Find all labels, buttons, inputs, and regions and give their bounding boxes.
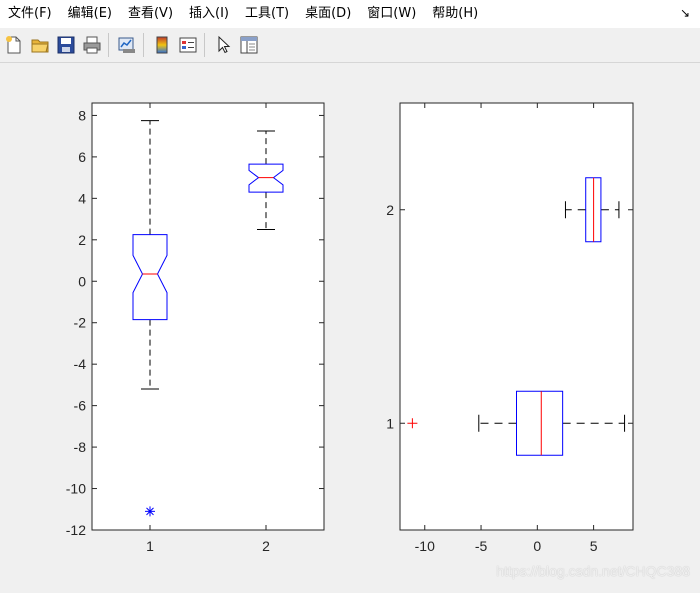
y-tick-label: -10 bbox=[66, 481, 86, 497]
link-plot-icon[interactable] bbox=[115, 33, 139, 57]
print-icon[interactable] bbox=[80, 33, 104, 57]
y-tick-label: -6 bbox=[74, 398, 87, 414]
y-tick-label: 2 bbox=[386, 202, 394, 218]
property-editor-icon[interactable] bbox=[237, 33, 261, 57]
menu-help[interactable]: 帮助(H) bbox=[424, 0, 486, 28]
new-file-icon[interactable] bbox=[2, 33, 26, 57]
boxplot-horizontal-axes: -10 -5 0 5 1 2 bbox=[386, 102, 634, 554]
menu-window[interactable]: 窗口(W) bbox=[359, 0, 424, 28]
box bbox=[516, 390, 564, 456]
menu-edit[interactable]: 编辑(E) bbox=[60, 0, 120, 28]
menu-view[interactable]: 查看(V) bbox=[120, 0, 181, 28]
x-tick-label: -5 bbox=[475, 538, 488, 554]
pointer-icon[interactable] bbox=[211, 33, 235, 57]
outlier-marker bbox=[145, 506, 155, 517]
y-tick-label: -12 bbox=[66, 522, 86, 538]
toolbar-separator bbox=[204, 33, 205, 57]
plot-area: -12 -10 -8 -6 -4 -2 0 2 4 6 8 1 2 -10 -5 0 5 1 2 bbox=[66, 102, 634, 554]
axes-box bbox=[91, 102, 325, 531]
menu-file[interactable]: 文件(F) bbox=[0, 0, 60, 28]
figure-toolbar bbox=[0, 28, 700, 63]
toolbar-separator bbox=[108, 33, 109, 57]
x-tick-label: 2 bbox=[262, 538, 270, 554]
axes-box bbox=[399, 102, 634, 531]
open-folder-icon[interactable] bbox=[28, 33, 52, 57]
y-tick-label: 0 bbox=[78, 273, 86, 289]
boxplot-vertical-axes: -12 -10 -8 -6 -4 -2 0 2 4 6 8 1 2 bbox=[66, 102, 325, 554]
y-tick-label: 8 bbox=[78, 107, 86, 123]
x-tick-label: -10 bbox=[415, 538, 435, 554]
menu-insert[interactable]: 插入(I) bbox=[181, 0, 237, 28]
y-tick-label: 1 bbox=[386, 415, 394, 431]
menu-tools[interactable]: 工具(T) bbox=[237, 0, 297, 28]
watermark: https://blog.csdn.net/CHQC388 bbox=[496, 563, 690, 579]
figure-canvas: -12 -10 -8 -6 -4 -2 0 2 4 6 8 1 2 -10 -5 0 5 1 2 https://b… bbox=[0, 63, 700, 589]
menu-bar: 文件(F) 编辑(E) 查看(V) 插入(I) 工具(T) 桌面(D) 窗口(W… bbox=[0, 0, 700, 28]
save-icon[interactable] bbox=[54, 33, 78, 57]
y-tick-label: 6 bbox=[78, 149, 86, 165]
legend-icon[interactable] bbox=[176, 33, 200, 57]
y-tick-label: -2 bbox=[74, 315, 87, 331]
x-tick-label: 5 bbox=[590, 538, 598, 554]
dock-arrow-icon[interactable]: ↘ bbox=[678, 6, 692, 20]
menu-desktop[interactable]: 桌面(D) bbox=[297, 0, 359, 28]
y-tick-label: 4 bbox=[78, 190, 86, 206]
y-tick-label: 2 bbox=[78, 232, 86, 248]
y-tick-label: -8 bbox=[74, 439, 87, 455]
x-tick-label: 0 bbox=[533, 538, 541, 554]
colorbar-icon[interactable] bbox=[150, 33, 174, 57]
toolbar-separator bbox=[143, 33, 144, 57]
y-tick-label: -4 bbox=[74, 356, 87, 372]
x-tick-label: 1 bbox=[146, 538, 154, 554]
